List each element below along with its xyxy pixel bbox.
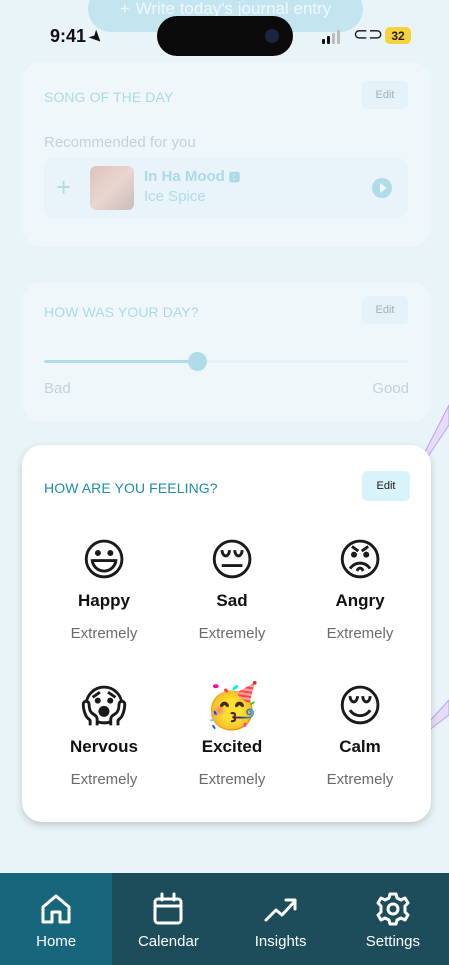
excited-emoji-icon: 🥳 [204,681,260,732]
slider-min-label: Bad [44,380,71,397]
link-icon: ⊂⊃ [353,24,384,44]
tab-insights[interactable]: Insights [225,873,337,965]
battery-icon: 32 [385,27,411,44]
tab-home[interactable]: Home [0,873,113,965]
dynamic-island [157,16,293,56]
how-are-you-feeling-card: HOW ARE YOU FEELING? Edit 😃 Happy Extrem… [22,445,431,822]
feeling-edit-button[interactable]: Edit [362,471,410,501]
emotion-level: Extremely [198,625,266,642]
emotion-level: Extremely [70,625,138,642]
calendar-icon [153,892,183,925]
gear-icon [376,892,410,926]
signal-icon [322,30,340,44]
emotion-excited[interactable]: 🥳 Excited Extremely [177,679,287,788]
emotion-name: Excited [201,737,263,756]
feeling-card-title: HOW ARE YOU FEELING? [44,480,218,496]
slider-fill [44,360,198,363]
song-title: In Ha Mood 🅴 [144,168,240,185]
how-was-your-day-card: HOW WAS YOUR DAY? Edit Bad Good [22,282,431,422]
location-arrow-icon: ➤ [85,26,107,48]
emotion-name: Calm [339,737,381,756]
song-artist: Ice Spice [144,188,206,205]
tab-label-home: Home [36,933,77,950]
emotion-happy[interactable]: 😃 Happy Extremely [49,533,159,642]
battery-level: 32 [391,28,405,43]
emotion-level: Extremely [326,625,394,642]
day-card-title: HOW WAS YOUR DAY? [44,304,199,320]
home-icon [41,894,71,924]
happy-emoji-icon: 😃 [81,535,127,586]
status-bar: 9:41➤ ⊂⊃ 32 [0,0,449,70]
recommended-label: Recommended for you [44,134,196,151]
play-icon[interactable] [372,178,392,198]
song-edit-button[interactable]: Edit [362,81,408,109]
emotion-name: Happy [78,591,130,610]
tab-bar: Home Calendar Insights Settings [0,873,449,965]
emotion-angry[interactable]: 😡 Angry Extremely [305,533,415,642]
camera-icon [265,29,279,43]
emotion-sad[interactable]: 😔 Sad Extremely [177,533,287,642]
song-card-title: SONG OF THE DAY [44,89,174,105]
emotion-level: Extremely [198,771,266,788]
emotion-calm[interactable]: 😌 Calm Extremely [305,679,415,788]
slider-thumb[interactable] [188,352,208,371]
song-row[interactable]: + In Ha Mood 🅴 Ice Spice [44,158,408,218]
angry-emoji-icon: 😡 [337,535,383,586]
tab-calendar[interactable]: Calendar [112,873,224,965]
emotion-name: Nervous [69,737,139,756]
tab-label-insights: Insights [254,933,307,950]
status-time: 9:41➤ [50,26,107,48]
emotion-name: Sad [216,591,248,610]
day-edit-button[interactable]: Edit [362,296,408,324]
album-art [90,166,134,210]
tab-label-settings: Settings [365,933,420,950]
song-of-the-day-card: SONG OF THE DAY Edit Recommended for you… [22,62,431,247]
calm-emoji-icon: 😌 [337,681,383,732]
emotion-level: Extremely [70,771,138,788]
add-song-icon[interactable]: + [56,172,71,203]
tab-label-calendar: Calendar [137,933,199,950]
tab-settings[interactable]: Settings [337,873,449,965]
sad-emoji-icon: 😔 [209,535,255,586]
day-slider[interactable] [44,352,409,371]
explicit-icon: 🅴 [229,172,240,184]
trend-up-icon [264,898,297,922]
nervous-emoji-icon: 😱 [81,681,127,732]
emotion-level: Extremely [326,771,394,788]
emotion-name: Angry [335,591,385,610]
emotion-nervous[interactable]: 😱 Nervous Extremely [49,679,159,788]
